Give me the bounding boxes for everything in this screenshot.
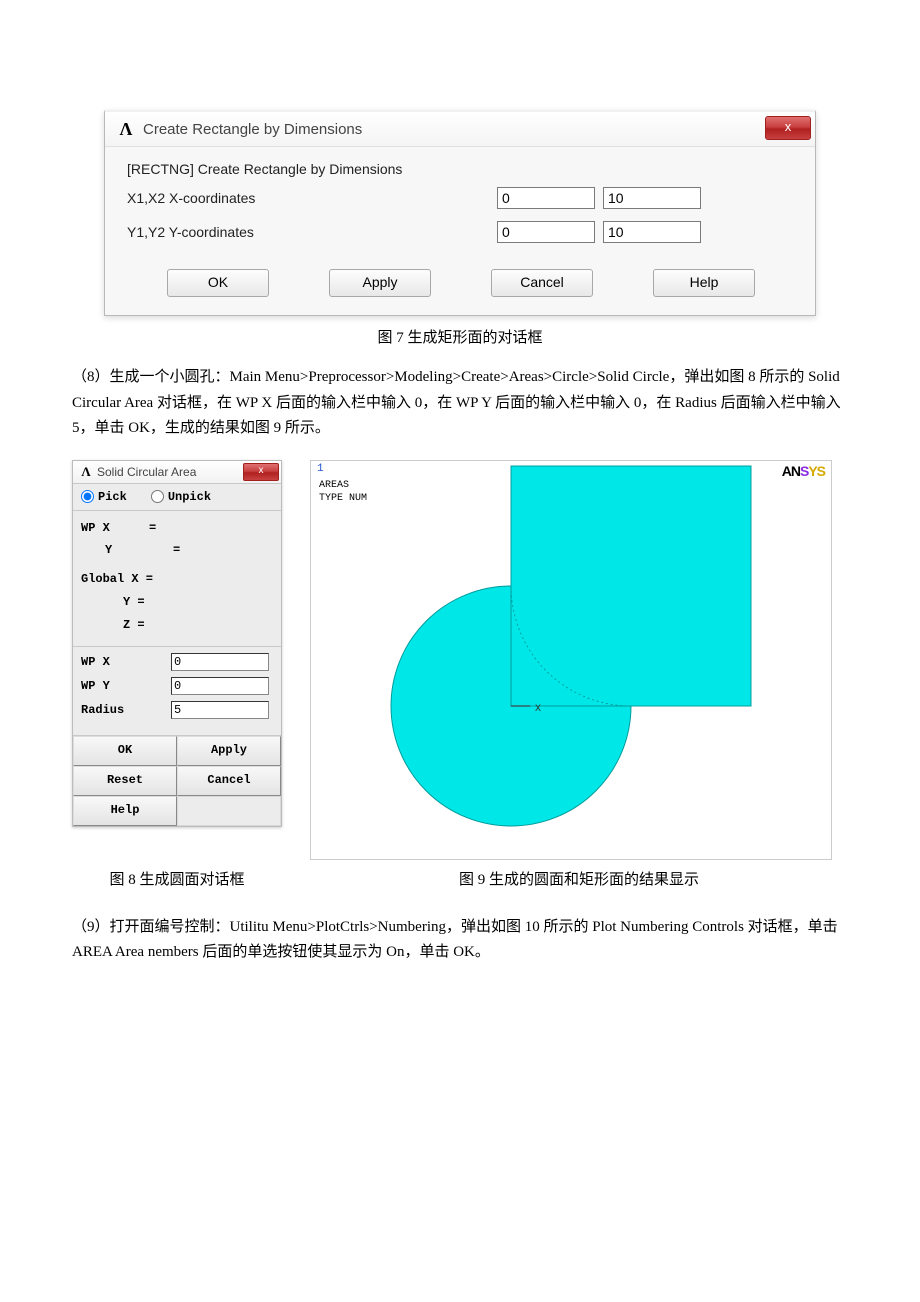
close-button[interactable]: x (243, 463, 279, 481)
help-button[interactable]: Help (653, 269, 755, 297)
dialog-title: Create Rectangle by Dimensions (143, 121, 362, 138)
radius-input-label: Radius (81, 703, 171, 717)
areas-plot: X (311, 461, 831, 859)
caption-9: 图 9 生成的圆面和矩形面的结果显示 (310, 868, 848, 889)
reset-button[interactable]: Reset (73, 766, 177, 796)
ansys-graphics-viewport: 1 AREAS TYPE NUM ANSYS (310, 460, 832, 860)
x1-input[interactable] (497, 187, 595, 209)
solid-circular-area-dialog: Λ Solid Circular Area x Pick Unpick WP X… (72, 460, 282, 828)
wp-x-input[interactable] (171, 653, 269, 671)
caption-7: 图 7 生成矩形面的对话框 (72, 326, 848, 347)
ansys-lambda-icon: Λ (79, 465, 93, 479)
paragraph-8: （8）生成一个小圆孔：Main Menu>Preprocessor>Modeli… (72, 365, 848, 442)
radius-input[interactable] (171, 701, 269, 719)
cancel-button[interactable]: Cancel (177, 766, 281, 796)
cancel-button[interactable]: Cancel (491, 269, 593, 297)
global-x-label: Global X = (81, 568, 149, 591)
unpick-radio[interactable]: Unpick (151, 490, 211, 504)
apply-button[interactable]: Apply (177, 736, 281, 766)
x-axis-label: X (535, 704, 541, 715)
help-button[interactable]: Help (73, 796, 177, 826)
caption-8: 图 8 生成圆面对话框 (72, 868, 282, 889)
pick-radio[interactable]: Pick (81, 490, 127, 504)
close-button[interactable]: x (765, 116, 811, 140)
y-coord-label: Y1,Y2 Y-coordinates (127, 224, 497, 240)
global-z-label: Z = (81, 614, 191, 637)
ok-button[interactable]: OK (167, 269, 269, 297)
command-label: [RECTNG] Create Rectangle by Dimensions (127, 161, 793, 177)
ok-button[interactable]: OK (73, 736, 177, 766)
viewport-labels: AREAS TYPE NUM (319, 479, 367, 505)
dialog-titlebar: Λ Create Rectangle by Dimensions x (105, 112, 815, 147)
wp-x-label: WP X (81, 517, 149, 540)
wp-y-label: Y (81, 539, 173, 562)
ansys-lambda-icon: Λ (117, 120, 135, 138)
x2-input[interactable] (603, 187, 701, 209)
x-coord-label: X1,X2 X-coordinates (127, 190, 497, 206)
wp-x-input-label: WP X (81, 655, 171, 669)
paragraph-9: （9）打开面编号控制：Utilitu Menu>PlotCtrls>Number… (72, 915, 848, 966)
dialog-titlebar: Λ Solid Circular Area x (73, 461, 281, 484)
wp-y-input-label: WP Y (81, 679, 171, 693)
y2-input[interactable] (603, 221, 701, 243)
ansys-logo: ANSYS (782, 463, 825, 479)
dialog-title: Solid Circular Area (97, 465, 196, 479)
create-rectangle-dialog: Λ Create Rectangle by Dimensions x [RECT… (104, 110, 816, 316)
y1-input[interactable] (497, 221, 595, 243)
apply-button[interactable]: Apply (329, 269, 431, 297)
window-number: 1 (317, 463, 324, 475)
global-y-label: Y = (81, 591, 191, 614)
empty-cell (177, 796, 281, 826)
wp-y-input[interactable] (171, 677, 269, 695)
